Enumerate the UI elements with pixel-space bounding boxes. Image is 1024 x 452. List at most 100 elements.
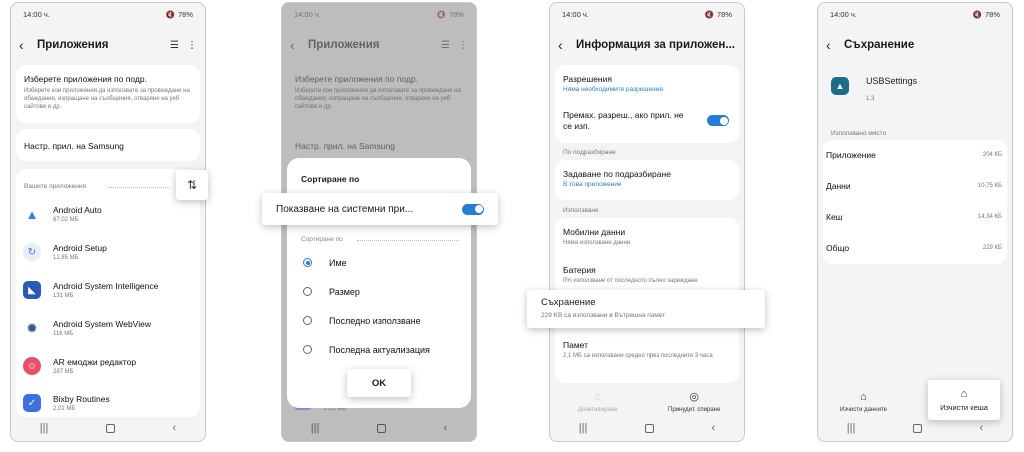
option-size-label: Размер — [329, 287, 360, 297]
show-system-apps-toggle[interactable] — [462, 203, 484, 215]
samsung-settings-label: Настр. прил. на Samsung — [295, 141, 395, 151]
home-icon[interactable] — [376, 423, 386, 433]
storage-sub: 229 KB са използвани в Вътрешна памет — [541, 312, 666, 319]
default-section-heading: По подразбиране — [563, 149, 616, 156]
permissions-card: Разрешения Няма необходимите разрешения … — [555, 65, 739, 143]
sort-by-heading: Сортиране по — [301, 236, 343, 243]
back-arrow-icon[interactable]: ‹ — [558, 37, 576, 53]
app-size: 67,02 МБ — [53, 217, 79, 223]
memory-sub: 2,1 МБ са използвани средно през последн… — [563, 353, 713, 359]
deactivate-button[interactable]: ◌ Деактивиране — [578, 391, 617, 413]
radio-name[interactable] — [303, 258, 312, 267]
set-default-card[interactable]: Задаване по подразбиране В това приложен… — [555, 160, 739, 200]
app-row[interactable]: ✹ Android System WebView 116 МБ — [23, 309, 197, 347]
radio-size[interactable] — [303, 287, 312, 296]
navigation-bar: ||| ‹ — [282, 415, 476, 441]
deactivate-label: Деактивиране — [578, 407, 618, 413]
status-bar: 14:00 ч. 🔇 78% — [818, 3, 1012, 25]
option-last-updated-label: Последна актуализация — [329, 345, 430, 355]
app-header: ‹ Приложения ☰ ⋮ — [11, 33, 205, 57]
used-space-heading: Използвано място — [831, 130, 887, 137]
clear-cache-label: Изчисти кеша — [940, 403, 988, 412]
app-row[interactable]: ↻ Android Setup 12,85 МБ — [23, 233, 197, 271]
filter-search-icon[interactable]: ☰ — [170, 40, 179, 51]
mobile-data-label[interactable]: Мобилни данни — [563, 227, 625, 237]
battery-label[interactable]: Батерия — [563, 265, 596, 275]
storage-row-cache: Кеш 14,34 КБ — [826, 212, 1002, 222]
status-time: 14:00 ч. — [830, 9, 857, 19]
samsung-settings-label: Настр. прил. на Samsung — [24, 141, 124, 151]
recents-icon[interactable]: ||| — [847, 422, 856, 434]
show-system-apps-row[interactable]: Показване на системни при... — [262, 193, 498, 225]
home-icon[interactable] — [644, 423, 654, 433]
ok-button[interactable]: OK — [347, 369, 411, 397]
clear-cache-button[interactable]: ⌂ Изчисти кеша — [928, 380, 1000, 420]
force-stop-button[interactable]: ◎ Принудит. спиране — [668, 390, 720, 413]
more-options-icon[interactable]: ⋮ — [458, 40, 468, 51]
phone-screen-app-info: 14:00 ч. 🔇 78% ‹ Информация за приложен..… — [549, 2, 745, 442]
battery-level: 78% — [716, 9, 732, 19]
nav-back-icon[interactable]: ‹ — [173, 422, 177, 434]
default-apps-desc: Изберете кои приложения да използвате за… — [24, 88, 190, 111]
nav-back-icon[interactable]: ‹ — [444, 422, 448, 434]
row-value: 14,34 КБ — [977, 214, 1002, 220]
sort-icon[interactable]: ⇅ — [176, 170, 208, 200]
back-arrow-icon[interactable]: ‹ — [826, 37, 844, 53]
page-title: Приложения — [308, 39, 380, 51]
filter-search-icon[interactable]: ☰ — [441, 40, 450, 51]
show-system-apps-label: Показване на системни при... — [276, 203, 414, 215]
memory-label[interactable]: Памет — [563, 340, 588, 350]
remove-permissions-toggle[interactable] — [707, 115, 729, 126]
app-row[interactable]: ☺ AR емоджи редактор 287 МБ — [23, 347, 197, 385]
force-stop-label: Принудит. спиране — [668, 407, 721, 413]
mute-icon: 🔇 — [972, 9, 982, 19]
webview-icon: ✹ — [26, 319, 38, 336]
more-options-icon[interactable]: ⋮ — [187, 40, 197, 51]
navigation-bar: ||| ‹ — [550, 415, 744, 441]
default-apps-title: Изберете приложения по подр. — [24, 74, 147, 84]
storage-row[interactable]: Съхранение 229 KB са използвани в Вътреш… — [527, 290, 765, 328]
app-size: 2,01 МБ — [53, 406, 76, 412]
android-setup-icon: ↻ — [23, 243, 41, 261]
samsung-settings-card[interactable]: Настр. прил. на Samsung — [16, 129, 200, 161]
back-arrow-icon[interactable]: ‹ — [19, 37, 37, 53]
mobile-data-sub: Няма използвани данни — [563, 240, 631, 246]
storage-row-total: Общо 229 КБ — [826, 243, 1002, 253]
back-arrow-icon[interactable]: ‹ — [290, 37, 308, 53]
app-row[interactable]: ▲ Android Auto 67,02 МБ — [23, 195, 197, 233]
app-size: 116 МБ — [53, 331, 74, 337]
divider — [357, 240, 459, 241]
app-name: Android Setup — [53, 243, 107, 253]
force-stop-icon: ◎ — [689, 391, 699, 403]
row-label: Общо — [826, 243, 850, 253]
home-icon[interactable] — [912, 423, 922, 433]
storage-row-app: Приложение 204 КБ — [826, 150, 1002, 160]
option-last-used-label: Последно използване — [329, 316, 421, 326]
page-title: Информация за приложен... — [576, 39, 735, 51]
your-apps-heading: Вашите приложения — [24, 183, 86, 190]
status-bar: 14:00 ч. 🔇 78% — [282, 3, 476, 25]
set-default-sub: В това приложение — [563, 181, 622, 188]
clear-data-button[interactable]: ⌂ Изчисти данните — [840, 391, 887, 413]
nav-back-icon[interactable]: ‹ — [712, 422, 716, 434]
app-header: ‹ Приложения ☰ ⋮ — [282, 33, 476, 57]
recents-icon[interactable]: ||| — [40, 422, 49, 434]
default-apps-title: Изберете приложения по подр. — [295, 74, 418, 84]
permissions-sub: Няма необходимите разрешения — [563, 86, 663, 93]
radio-last-updated[interactable] — [303, 345, 312, 354]
clear-data-label: Изчисти данните — [840, 407, 887, 413]
nav-back-icon[interactable]: ‹ — [980, 422, 984, 434]
default-apps-card[interactable]: Изберете приложения по подр. Изберете ко… — [16, 65, 200, 123]
set-default-label: Задаване по подразбиране — [563, 169, 671, 179]
battery-level: 78% — [448, 9, 464, 19]
recents-icon[interactable]: ||| — [579, 422, 588, 434]
permissions-label[interactable]: Разрешения — [563, 74, 612, 84]
page-title: Съхранение — [844, 39, 915, 51]
radio-last-used[interactable] — [303, 316, 312, 325]
recents-icon[interactable]: ||| — [311, 422, 320, 434]
app-row[interactable]: ◣ Android System Intelligence 131 МБ — [23, 271, 197, 309]
home-icon[interactable] — [105, 423, 115, 433]
default-apps-desc: Изберете кои приложения да използвате за… — [295, 88, 461, 111]
status-time: 14:00 ч. — [562, 9, 589, 19]
app-size: 287 МБ — [53, 369, 74, 375]
